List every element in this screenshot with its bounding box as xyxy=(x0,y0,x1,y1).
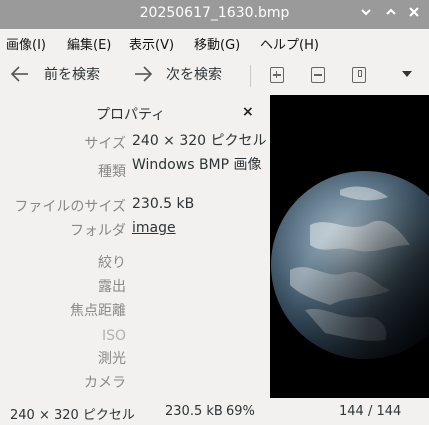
property-label: 測光 xyxy=(98,351,126,367)
menu-help[interactable]: ヘルプ(H) xyxy=(260,34,319,53)
property-label: ファイルのサイズ xyxy=(14,199,126,215)
property-value: 240 × 320 ピクセル xyxy=(132,133,267,149)
zoom-in-icon[interactable] xyxy=(270,67,284,83)
zoom-out-icon[interactable] xyxy=(352,67,366,83)
property-label: 種類 xyxy=(98,164,126,180)
property-label: 露出 xyxy=(98,279,126,295)
properties-title: プロパティ xyxy=(96,107,166,123)
property-label: カメラ xyxy=(84,375,126,391)
arrow-left-icon xyxy=(10,66,28,82)
menu-dropdown-icon[interactable] xyxy=(402,71,412,77)
menu-image[interactable]: 画像(I) xyxy=(6,34,46,53)
property-label: 絞り xyxy=(98,255,126,271)
menu-go[interactable]: 移動(G) xyxy=(194,34,240,53)
toolbar: 前を検索 次を検索 xyxy=(0,55,429,95)
close-icon xyxy=(409,7,419,17)
property-value: Windows BMP 画像 xyxy=(132,157,262,173)
status-filesize: 230.5 kB xyxy=(165,404,223,419)
next-label: 次を検索 xyxy=(166,67,222,83)
close-button[interactable] xyxy=(406,6,422,22)
close-icon[interactable]: × xyxy=(242,104,254,120)
arrow-right-icon xyxy=(135,66,153,82)
toolbar-separator xyxy=(250,65,251,87)
maximize-button[interactable] xyxy=(383,6,399,22)
status-bar: 240 × 320 ピクセル 230.5 kB 69% 144 / 144 xyxy=(0,398,429,425)
title-bar[interactable]: 20250617_1630.bmp xyxy=(0,0,429,29)
status-dimensions: 240 × 320 ピクセル xyxy=(10,408,135,423)
property-value: 230.5 kB xyxy=(132,196,195,212)
menu-bar: 画像(I) 編集(E) 表示(V) 移動(G) ヘルプ(H) xyxy=(0,29,429,55)
property-label: ISO xyxy=(101,328,126,344)
folder-link[interactable]: image xyxy=(132,220,267,237)
properties-panel: プロパティ × サイズ 240 × 320 ピクセル 種類 Windows BM… xyxy=(0,95,270,398)
property-label: フォルダ xyxy=(70,223,126,239)
previous-label: 前を検索 xyxy=(44,67,100,83)
chevron-down-icon xyxy=(361,9,371,16)
zoom-fit-icon[interactable] xyxy=(311,67,325,83)
property-label: 焦点距離 xyxy=(70,303,126,319)
status-zoom: 69% xyxy=(226,404,255,419)
status-position: 144 / 144 xyxy=(339,404,402,419)
image-view[interactable] xyxy=(270,95,429,398)
menu-view[interactable]: 表示(V) xyxy=(129,34,174,53)
minimize-button[interactable] xyxy=(358,6,374,22)
chevron-up-icon xyxy=(386,8,396,15)
earth-image xyxy=(270,95,429,398)
menu-edit[interactable]: 編集(E) xyxy=(67,34,111,53)
property-label: サイズ xyxy=(84,136,126,152)
